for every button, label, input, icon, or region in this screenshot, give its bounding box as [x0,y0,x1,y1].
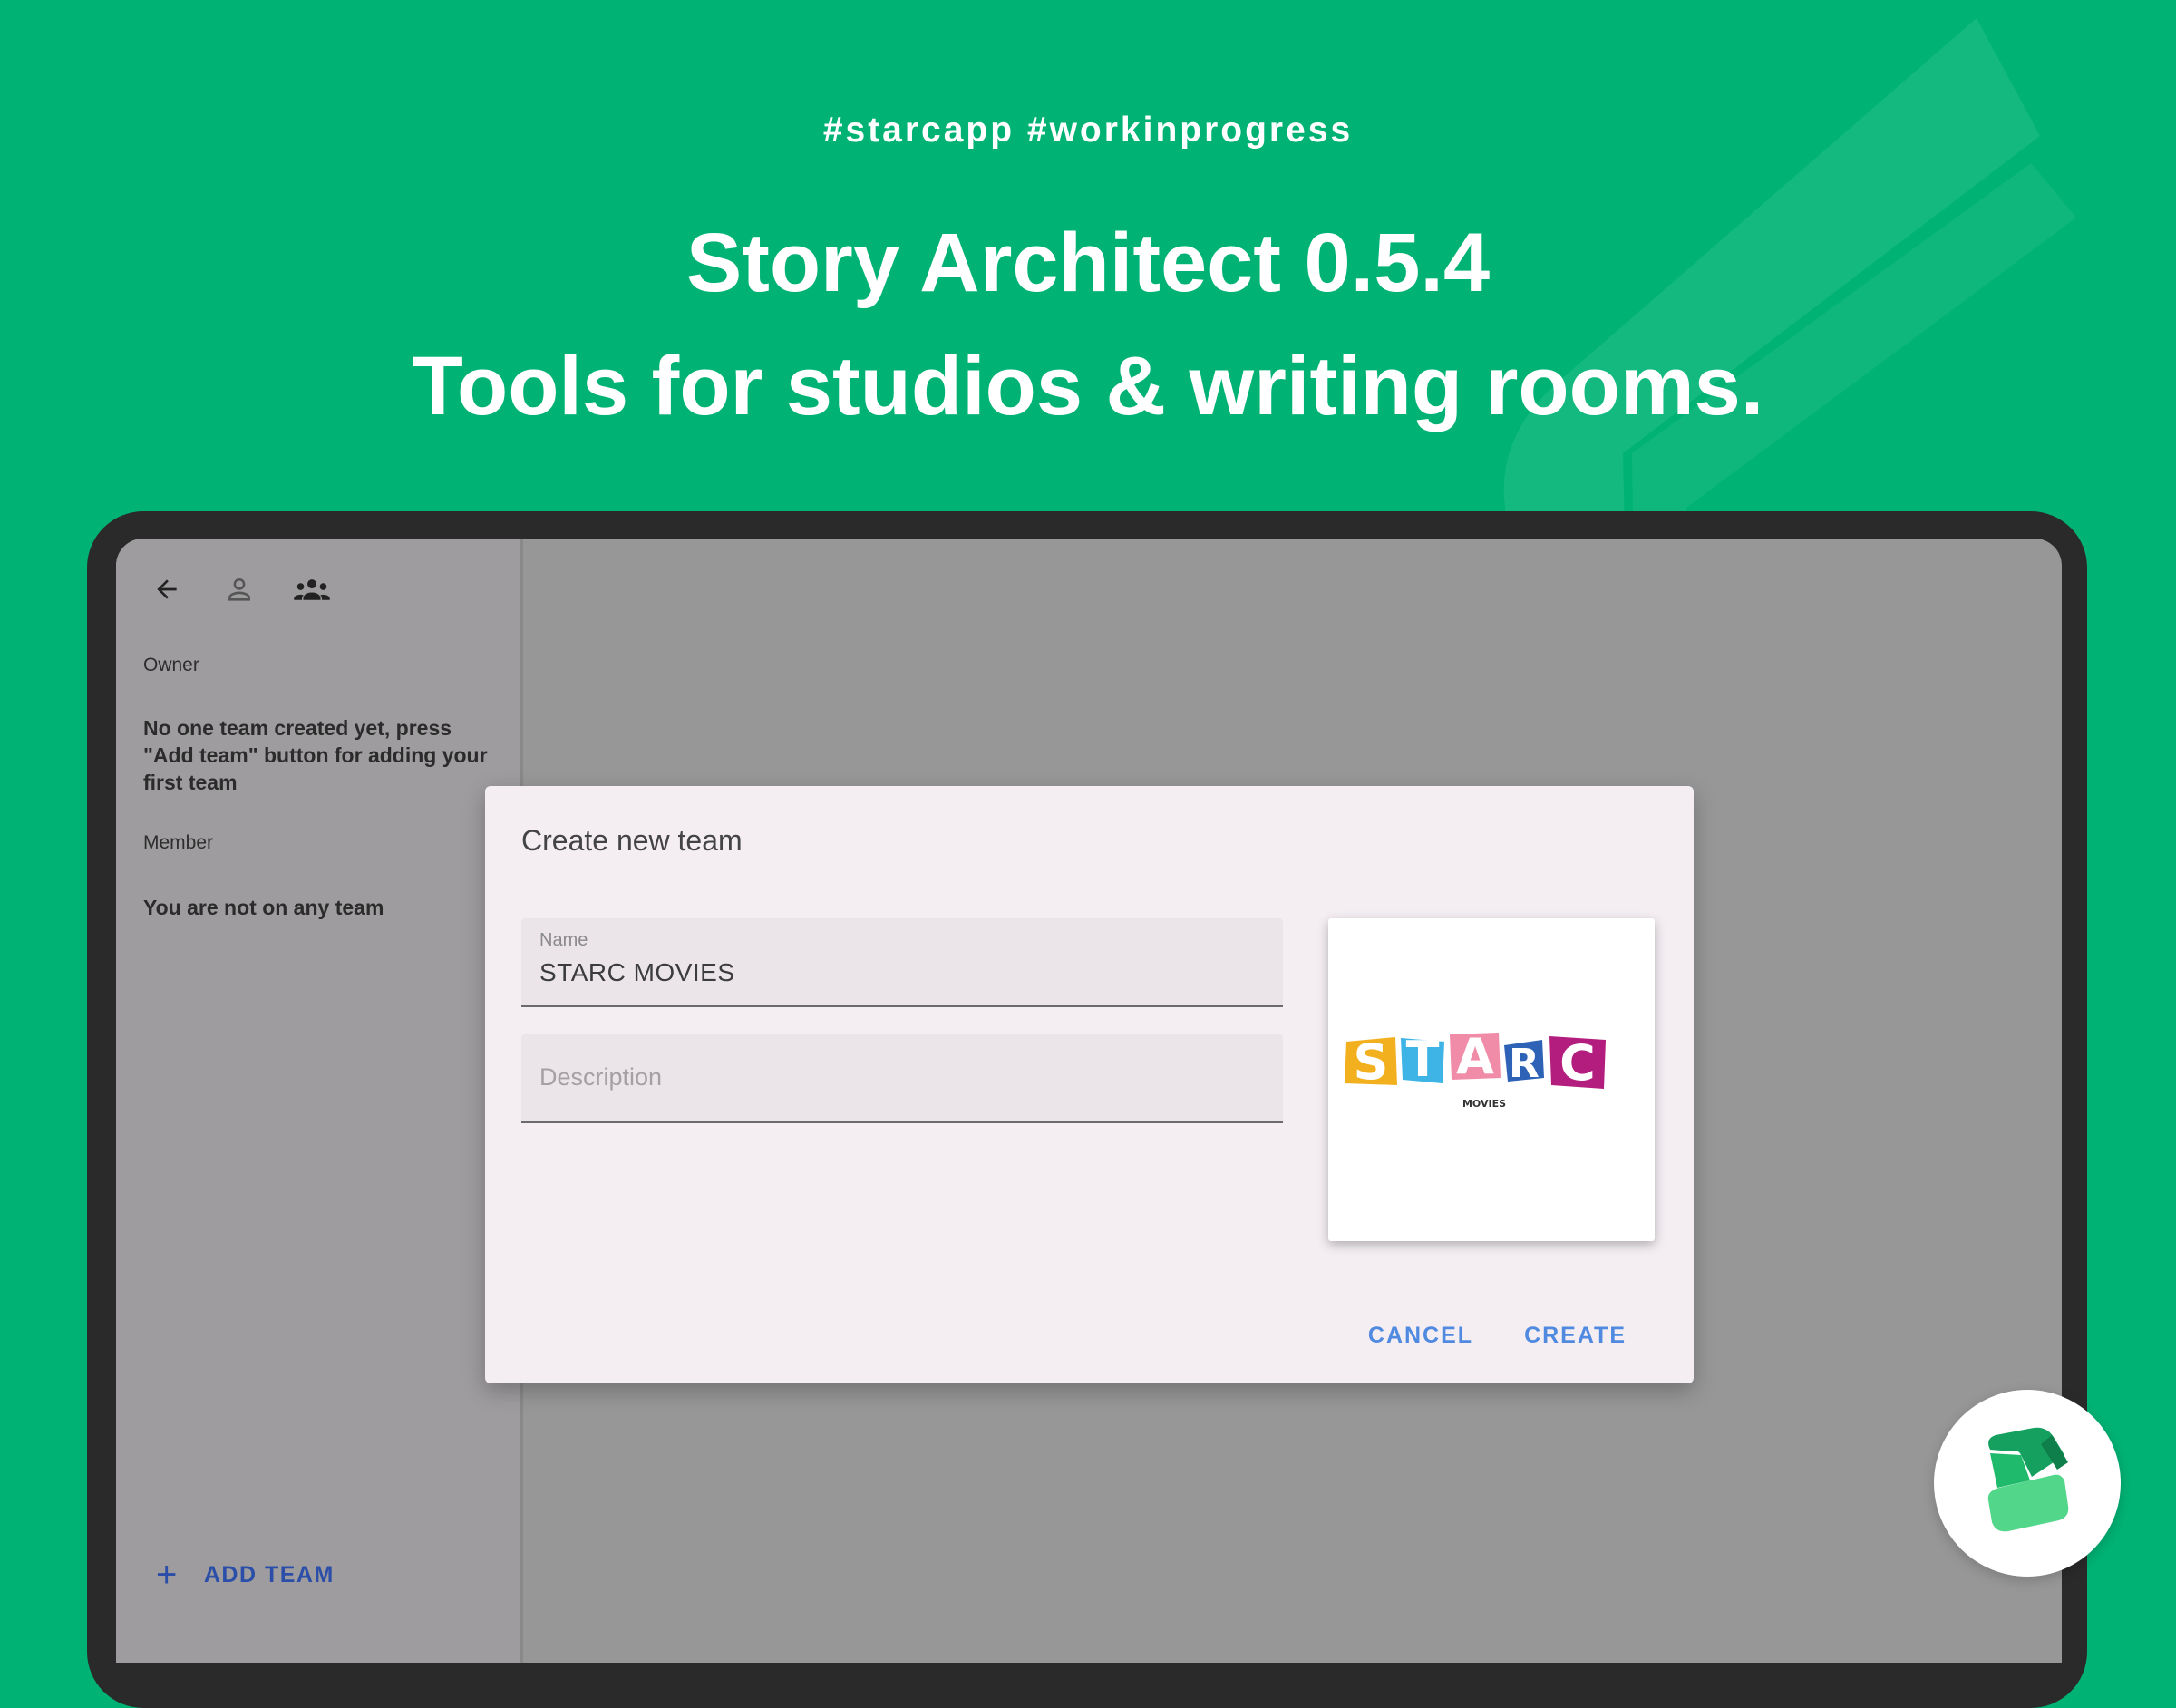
logo-subtitle: MOVIES [1462,1098,1506,1110]
member-section-label: Member [143,832,214,853]
logo-letter-c: C [1559,1034,1596,1092]
dialog-actions: CANCEL CREATE [1368,1323,1627,1349]
cancel-button[interactable]: CANCEL [1368,1323,1473,1349]
team-description-placeholder: Description [539,1063,663,1091]
plus-icon: + [156,1555,179,1595]
dialog-title: Create new team [521,824,743,857]
headline: Story Architect 0.5.4 Tools for studios … [0,201,2176,448]
owner-empty-message: No one team created yet, press "Add team… [143,716,488,794]
team-logo-picker[interactable]: S T A R C MOVIES [1328,918,1655,1241]
headline-line-1: Story Architect 0.5.4 [685,217,1491,309]
team-name-value: STARC MOVIES [539,958,735,986]
logo-letter-t: T [1406,1031,1440,1088]
back-arrow-icon[interactable] [143,566,190,613]
member-empty-message: You are not on any team [143,896,384,919]
owner-section-label: Owner [143,655,199,675]
starc-movies-logo: S T A R C MOVIES [1345,1028,1606,1110]
sidebar-toolbar [143,566,335,613]
team-name-field[interactable]: Name STARC MOVIES [521,918,1283,1007]
app-logo-badge [1934,1390,2121,1577]
starc-app-icon [1987,1427,2069,1532]
create-team-dialog: Create new team Name STARC MOVIES Descri… [485,786,1694,1383]
create-button[interactable]: CREATE [1524,1323,1627,1349]
add-team-label: ADD TEAM [203,1561,335,1587]
team-name-label: Name [539,930,588,950]
logo-letter-r: R [1509,1041,1540,1087]
team-description-field[interactable]: Description [521,1034,1283,1123]
teams-sidebar: Owner No one team created yet, press "Ad… [116,539,523,1663]
logo-letter-s: S [1354,1034,1389,1091]
person-icon[interactable] [216,566,263,613]
hashtags: #starcapp #workinprogress [822,111,1354,150]
logo-letter-a: A [1456,1028,1494,1085]
team-icon[interactable] [288,566,335,613]
headline-line-2: Tools for studios & writing rooms. [412,340,1764,432]
add-team-button[interactable]: + ADD TEAM [156,1555,335,1595]
